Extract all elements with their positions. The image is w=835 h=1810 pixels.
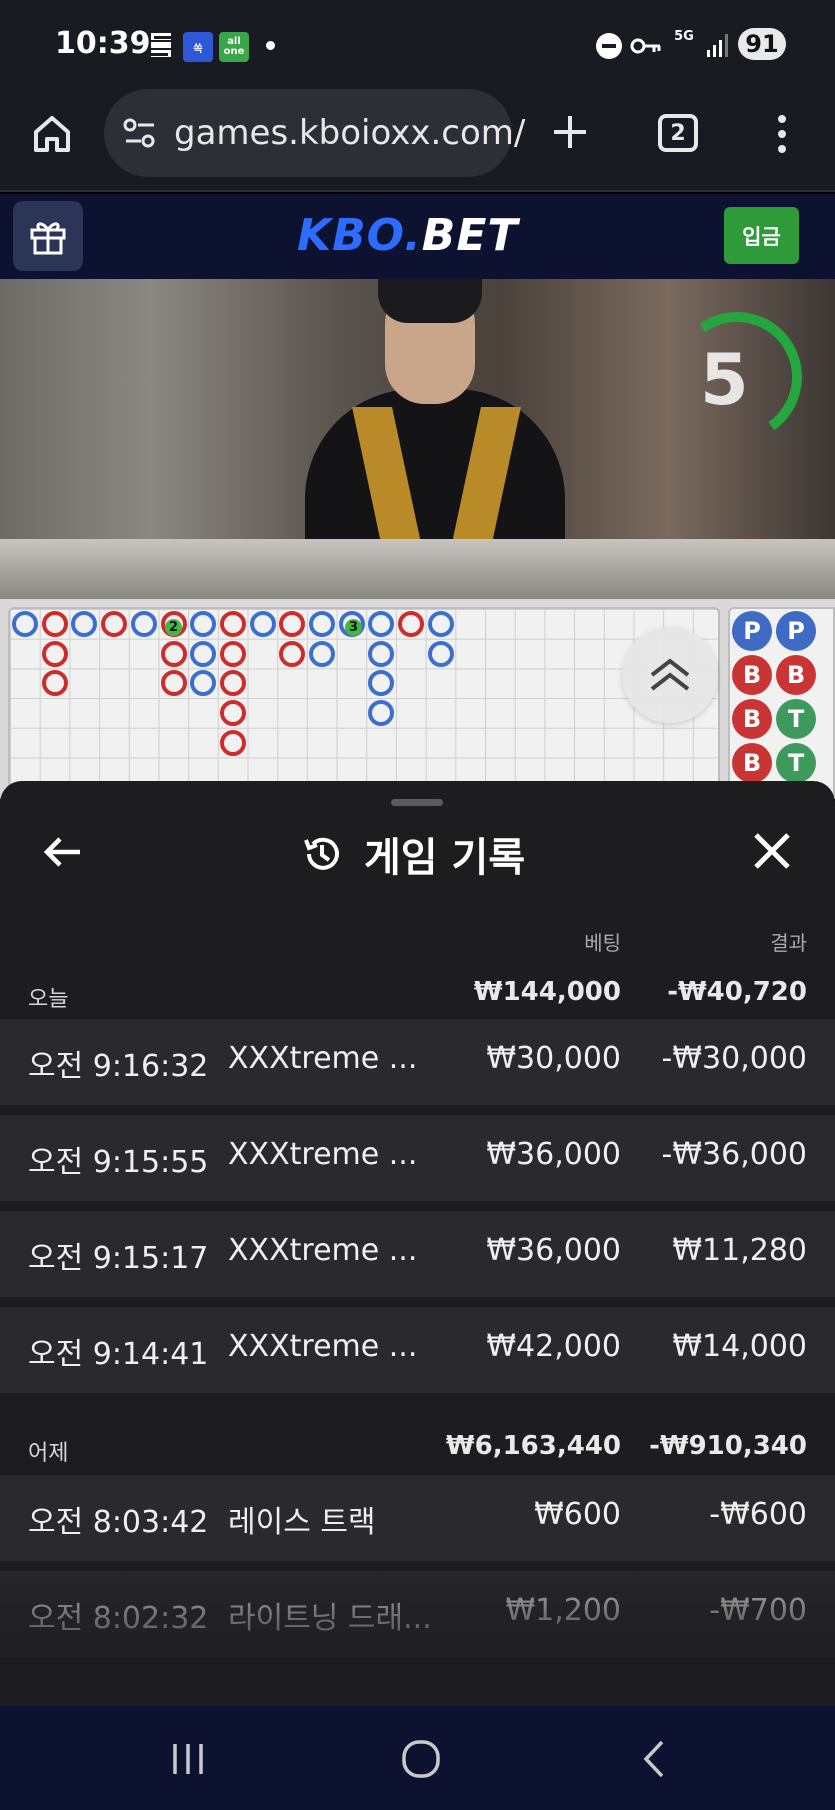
history-icon [304, 837, 339, 870]
back-nav-button[interactable] [632, 1736, 678, 1782]
banker-bead [160, 670, 187, 697]
tab-switcher-button[interactable]: 2 [658, 114, 698, 152]
bead-badge: 3 [345, 619, 362, 636]
player-bead [309, 611, 335, 637]
column-header-bet: 베팅 [584, 931, 621, 955]
banker-bead [279, 640, 306, 667]
live-dealer-video[interactable]: 5 [0, 279, 835, 599]
history-row[interactable]: 오전 8:02:32 라이트닝 드래... ₩1,200 -₩700 [0, 1571, 835, 1657]
status-bar: 10:39 쏙 all one 5G 91 [0, 0, 835, 88]
vpn-key-icon [630, 34, 662, 58]
banker-bead [219, 640, 246, 667]
banker-bead [160, 640, 187, 667]
recents-button[interactable] [165, 1736, 211, 1782]
arrow-left-icon [43, 837, 80, 867]
gift-icon [30, 222, 66, 255]
recents-icon [173, 1744, 203, 1774]
notification-app-icon: all one [219, 32, 249, 62]
banker-bead [41, 611, 68, 637]
player-bead [190, 670, 217, 697]
player-bead [309, 640, 335, 667]
tie-result-pill: T [776, 699, 816, 739]
system-navigation-bar [0, 1706, 835, 1810]
banker-bead [219, 700, 246, 727]
banker-bead [101, 611, 128, 637]
player-bead [130, 611, 157, 637]
notification-app-icon: 쏙 [183, 32, 213, 62]
close-button[interactable] [752, 831, 792, 871]
player-bead [427, 611, 454, 637]
banker-bead [41, 640, 68, 667]
player-bead [368, 640, 395, 667]
banker-bead [398, 611, 425, 637]
big-road-summary: PPBBBTBT [728, 607, 835, 797]
battery-level: 91 [738, 28, 786, 60]
banker-result-pill: B [732, 655, 772, 695]
site-header: KBO.BET 입금 [0, 194, 835, 279]
player-result-pill: P [732, 611, 772, 651]
double-chevron-up-icon [650, 658, 690, 691]
home-icon [34, 116, 70, 152]
banker-bead [219, 729, 246, 756]
player-bead [190, 640, 217, 667]
player-bead [249, 611, 276, 637]
banker-bead [41, 670, 68, 697]
player-bead [368, 700, 395, 727]
banker-bead [279, 611, 306, 637]
notification-app-icon [150, 32, 172, 58]
address-bar[interactable]: games.kboioxx.com/ [104, 89, 525, 177]
bead-road: 2 3 [8, 607, 720, 797]
banker-result-pill: B [732, 743, 772, 783]
site-settings-icon[interactable] [122, 117, 158, 149]
close-icon [754, 833, 790, 869]
clock: 10:39 [55, 26, 151, 61]
player-bead [12, 611, 38, 637]
banker-bead [219, 611, 246, 637]
player-bead [190, 611, 217, 637]
expand-scoreboard-button[interactable] [622, 627, 718, 723]
scoreboard: 2 3 PPBBBTBT [0, 599, 835, 799]
banker-bead [219, 670, 246, 697]
player-bead [71, 611, 98, 637]
game-history-sheet: 게임 기록 베팅 결과 오늘 ₩144,000 -₩40,720 오전 9:16… [0, 781, 835, 1706]
column-header-result: 결과 [770, 931, 807, 955]
sheet-title: 게임 기록 [300, 825, 525, 883]
history-row[interactable]: 오전 9:16:32 XXXtreme ... ₩30,000 -₩30,000 [0, 1019, 835, 1105]
site-logo[interactable]: KBO.BET [297, 210, 518, 261]
home-circle-icon [402, 1740, 440, 1778]
more-notifications-dot-icon [266, 41, 275, 50]
banker-result-pill: B [776, 655, 816, 695]
sheet-drag-handle[interactable] [391, 799, 443, 806]
player-bead [368, 611, 395, 637]
history-row[interactable]: 오전 9:15:55 XXXtreme ... ₩36,000 -₩36,000 [0, 1115, 835, 1201]
browser-toolbar: games.kboioxx.com/ 2 [0, 88, 835, 192]
player-result-pill: P [776, 611, 816, 651]
history-row[interactable]: 오전 9:15:17 XXXtreme ... ₩36,000 ₩11,280 [0, 1211, 835, 1297]
tie-result-pill: T [776, 743, 816, 783]
new-tab-button[interactable] [548, 110, 592, 154]
signal-icon [706, 32, 730, 58]
promotions-button[interactable] [13, 201, 83, 271]
history-row[interactable]: 오전 8:03:42 레이스 트랙 ₩600 -₩600 [0, 1475, 835, 1561]
bead-badge: 2 [165, 619, 182, 636]
history-row[interactable]: 오전 9:14:41 XXXtreme ... ₩42,000 ₩14,000 [0, 1307, 835, 1393]
player-bead [427, 640, 454, 667]
more-menu-button[interactable] [770, 112, 794, 156]
kebab-menu-icon [778, 115, 786, 153]
countdown-number: 5 [700, 339, 749, 421]
player-bead [368, 670, 395, 697]
back-button[interactable] [40, 829, 86, 875]
deposit-button[interactable]: 입금 [724, 207, 799, 264]
plus-icon [554, 116, 586, 148]
chevron-left-icon [643, 1740, 664, 1778]
banker-result-pill: B [732, 699, 772, 739]
url-text[interactable]: games.kboioxx.com/ [174, 113, 525, 153]
home-button[interactable] [30, 112, 74, 156]
network-type: 5G [674, 29, 694, 44]
home-nav-button[interactable] [398, 1736, 444, 1782]
do-not-disturb-icon [596, 33, 622, 59]
